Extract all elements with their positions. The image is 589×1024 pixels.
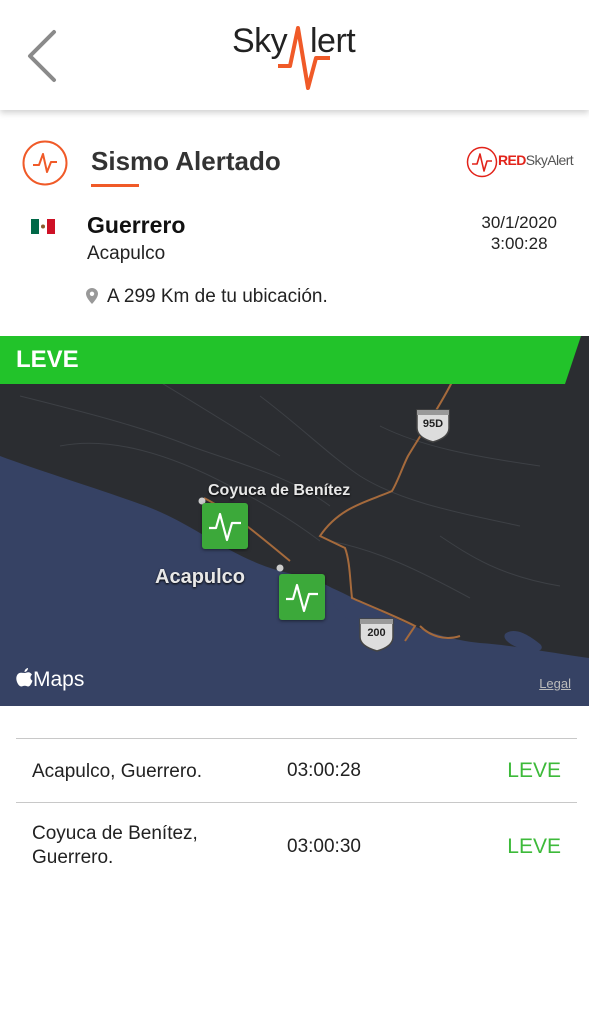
app-header: Sky lert bbox=[0, 0, 589, 110]
alert-time: 3:00:28 bbox=[490, 234, 548, 253]
seismic-pulse-icon bbox=[209, 512, 241, 542]
list-item[interactable]: Acapulco, Guerrero. 03:00:28 LEVE bbox=[16, 738, 577, 802]
alert-date: 30/1/2020 bbox=[481, 213, 557, 232]
distance-text: A 299 Km de tu ubicación. bbox=[107, 286, 328, 307]
red-skyalert-logo: REDSkyAlert bbox=[466, 145, 582, 179]
maps-brand-text: Maps bbox=[33, 668, 85, 691]
back-button[interactable] bbox=[22, 28, 66, 84]
event-time: 03:00:28 bbox=[287, 760, 361, 781]
location-pin-icon bbox=[86, 288, 98, 304]
seismic-pulse-icon bbox=[286, 583, 318, 613]
region-name: Guerrero bbox=[87, 212, 186, 238]
map-label-coyuca: Coyuca de Benítez bbox=[208, 482, 351, 499]
highway-95d-label: 95D bbox=[422, 418, 444, 430]
event-time: 03:00:30 bbox=[287, 836, 361, 857]
chevron-left-icon bbox=[28, 30, 56, 82]
event-level: LEVE bbox=[507, 759, 561, 782]
map-label-acapulco: Acapulco bbox=[155, 566, 246, 588]
quake-marker-coyuca[interactable] bbox=[202, 503, 248, 549]
event-place: Coyuca de Benítez, Guerrero. bbox=[32, 823, 198, 868]
event-level: LEVE bbox=[507, 835, 561, 858]
logo-text-right: lert bbox=[310, 22, 356, 60]
city-name: Acapulco bbox=[87, 243, 166, 264]
event-place: Acapulco, Guerrero. bbox=[32, 761, 203, 782]
pulse-circle-icon bbox=[22, 140, 68, 186]
skyalert-logo: Sky lert bbox=[230, 18, 365, 92]
red-logo-text: REDSkyAlert bbox=[498, 152, 574, 168]
map-canvas bbox=[0, 336, 589, 706]
level-banner: LEVE bbox=[0, 336, 589, 384]
alert-datetime: 30/1/2020 3:00:28 bbox=[481, 212, 557, 254]
map-view[interactable]: LEVE Coyuca de Benítez Acapulco 95D 200 … bbox=[0, 336, 589, 706]
mexico-flag-icon bbox=[31, 219, 55, 234]
event-list: Acapulco, Guerrero. 03:00:28 LEVE Coyuca… bbox=[16, 738, 577, 878]
red-pulse-icon bbox=[466, 146, 498, 178]
alert-title: Sismo Alertado bbox=[91, 146, 281, 176]
apple-maps-brand: Maps bbox=[16, 668, 84, 692]
legal-link[interactable]: Legal bbox=[539, 676, 571, 691]
apple-logo-icon bbox=[16, 668, 33, 687]
quake-marker-acapulco[interactable] bbox=[279, 574, 325, 620]
level-label: LEVE bbox=[16, 346, 79, 373]
list-item[interactable]: Coyuca de Benítez, Guerrero. 03:00:30 LE… bbox=[16, 802, 577, 878]
title-underline bbox=[91, 184, 139, 187]
acapulco-dot bbox=[276, 564, 284, 572]
highway-200-label: 200 bbox=[367, 627, 386, 639]
alert-card: Sismo Alertado REDSkyAlert Guerrero Acap… bbox=[0, 110, 589, 335]
